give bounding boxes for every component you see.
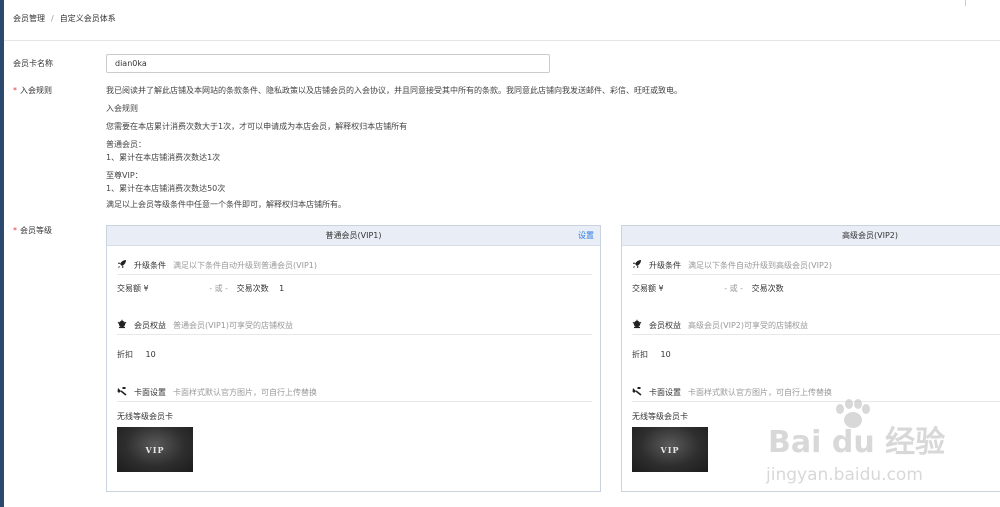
discount-value[interactable]: 10 <box>661 350 671 359</box>
required-mark: * <box>13 86 17 95</box>
rules-line: 满足以上会员等级条件中任意一个条件即可，解释权归本店铺所有。 <box>106 200 346 209</box>
rules-text-block: 我已阅读并了解此店铺及本网站的条款条件、隐私政策以及店铺会员的入会协议，并且同意… <box>106 86 806 210</box>
card-style-desc: 卡面样式默认官方图片，可自行上传替换 <box>688 388 832 397</box>
top-right-divider <box>965 0 966 6</box>
tools-icon <box>632 387 642 396</box>
discount-row: 折扣 10 <box>632 349 671 360</box>
upgrade-title: 升级条件 <box>649 261 681 270</box>
rules-line: 1、累计在本店铺消费次数达50次 <box>106 184 226 193</box>
rules-line: 您需要在本店累计消费次数大于1次，才可以申请成为本店会员，解释权归本店铺所有 <box>106 122 408 131</box>
vip-card-image[interactable]: VIP <box>632 427 708 472</box>
tools-icon <box>117 387 127 396</box>
rocket-icon <box>633 260 641 268</box>
discount-label: 折扣 <box>117 350 133 359</box>
required-mark: * <box>13 226 17 235</box>
benefit-section-header: 会员权益 高级会员(VIP2)可享受的店铺权益 <box>632 317 1000 335</box>
card-name-text: 无线等级会员卡 <box>117 412 173 421</box>
watermark-url: jingyan.baidu.com <box>766 465 923 485</box>
left-nav-strip <box>0 0 4 507</box>
trade-count-label: 交易次数 <box>236 284 269 293</box>
trade-amount-label: 交易额 ¥ <box>117 284 149 293</box>
card-style-title: 卡面设置 <box>649 388 681 397</box>
vip-card-image[interactable]: VIP <box>117 427 193 472</box>
card-style-section-header: 卡面设置 卡面样式默认官方图片，可自行上传替换 <box>632 384 1000 402</box>
rules-line: 入会规则 <box>106 104 138 113</box>
breadcrumb: 会员管理 / 自定义会员体系 <box>13 13 116 24</box>
rules-line: 至尊VIP： <box>106 171 143 180</box>
settings-link[interactable]: 设置 <box>578 226 594 246</box>
header-divider <box>4 40 1000 41</box>
trade-count-label: 交易次数 <box>751 284 784 293</box>
benefit-desc: 普通会员(VIP1)可享受的店铺权益 <box>173 321 293 330</box>
discount-row: 折扣 10 <box>117 349 156 360</box>
card-style-title: 卡面设置 <box>134 388 166 397</box>
breadcrumb-parent-link[interactable]: 会员管理 <box>13 14 45 23</box>
rocket-icon <box>118 260 126 268</box>
discount-value[interactable]: 10 <box>146 350 156 359</box>
trade-condition-row: 交易额 ¥ - 或 - 交易次数 <box>632 283 784 294</box>
vip-card-label: VIP <box>145 445 165 455</box>
card-name-label: 会员卡名称 <box>13 59 53 68</box>
upgrade-section-header: 升级条件 满足以下条件自动升级到普通会员(VIP1) <box>117 257 592 275</box>
level-card-vip1: 普通会员(VIP1) 设置 升级条件 满足以下条件自动升级到普通会员(VIP1)… <box>106 225 601 492</box>
rules-label: * 入会规则 <box>13 85 52 96</box>
level-label: * 会员等级 <box>13 225 52 236</box>
watermark-logo-text: Bai du 经验 <box>768 425 946 460</box>
card-style-section-header: 卡面设置 卡面样式默认官方图片，可自行上传替换 <box>117 384 592 402</box>
trade-amount-label: 交易额 ¥ <box>632 284 664 293</box>
breadcrumb-separator: / <box>51 14 54 23</box>
or-separator: - 或 - <box>724 284 744 293</box>
benefit-desc: 高级会员(VIP2)可享受的店铺权益 <box>688 321 808 330</box>
card-name-text: 无线等级会员卡 <box>632 412 688 421</box>
card-name-input[interactable] <box>106 54 550 73</box>
level-card-title: 高级会员(VIP2) <box>842 231 898 240</box>
rules-label-text: 入会规则 <box>20 86 52 95</box>
level-card-title: 普通会员(VIP1) <box>325 231 382 240</box>
benefit-title: 会员权益 <box>134 321 166 330</box>
rules-line: 我已阅读并了解此店铺及本网站的条款条件、隐私政策以及店铺会员的入会协议，并且同意… <box>106 86 682 95</box>
upgrade-desc: 满足以下条件自动升级到高级会员(VIP2) <box>688 261 832 270</box>
level-card-header: 高级会员(VIP2) <box>622 226 1000 246</box>
or-separator: - 或 - <box>209 284 229 293</box>
benefit-title: 会员权益 <box>649 321 681 330</box>
upgrade-section-header: 升级条件 满足以下条件自动升级到高级会员(VIP2) <box>632 257 1000 275</box>
upgrade-title: 升级条件 <box>134 261 166 270</box>
trade-condition-row: 交易额 ¥ - 或 - 交易次数 1 <box>117 283 284 294</box>
breadcrumb-current: 自定义会员体系 <box>59 14 116 23</box>
level-card-header: 普通会员(VIP1) 设置 <box>107 226 600 246</box>
rules-line: 1、累计在本店铺消费次数达1次 <box>106 153 221 162</box>
discount-label: 折扣 <box>632 350 648 359</box>
rules-line: 普通会员： <box>106 140 146 149</box>
benefit-section-header: 会员权益 普通会员(VIP1)可享受的店铺权益 <box>117 317 592 335</box>
vip-card-label: VIP <box>660 445 680 455</box>
card-style-desc: 卡面样式默认官方图片，可自行上传替换 <box>173 388 317 397</box>
trade-count-value[interactable]: 1 <box>279 284 284 293</box>
crown-icon <box>632 319 642 329</box>
crown-icon <box>117 319 127 329</box>
level-label-text: 会员等级 <box>20 226 52 235</box>
upgrade-desc: 满足以下条件自动升级到普通会员(VIP1) <box>173 261 317 270</box>
